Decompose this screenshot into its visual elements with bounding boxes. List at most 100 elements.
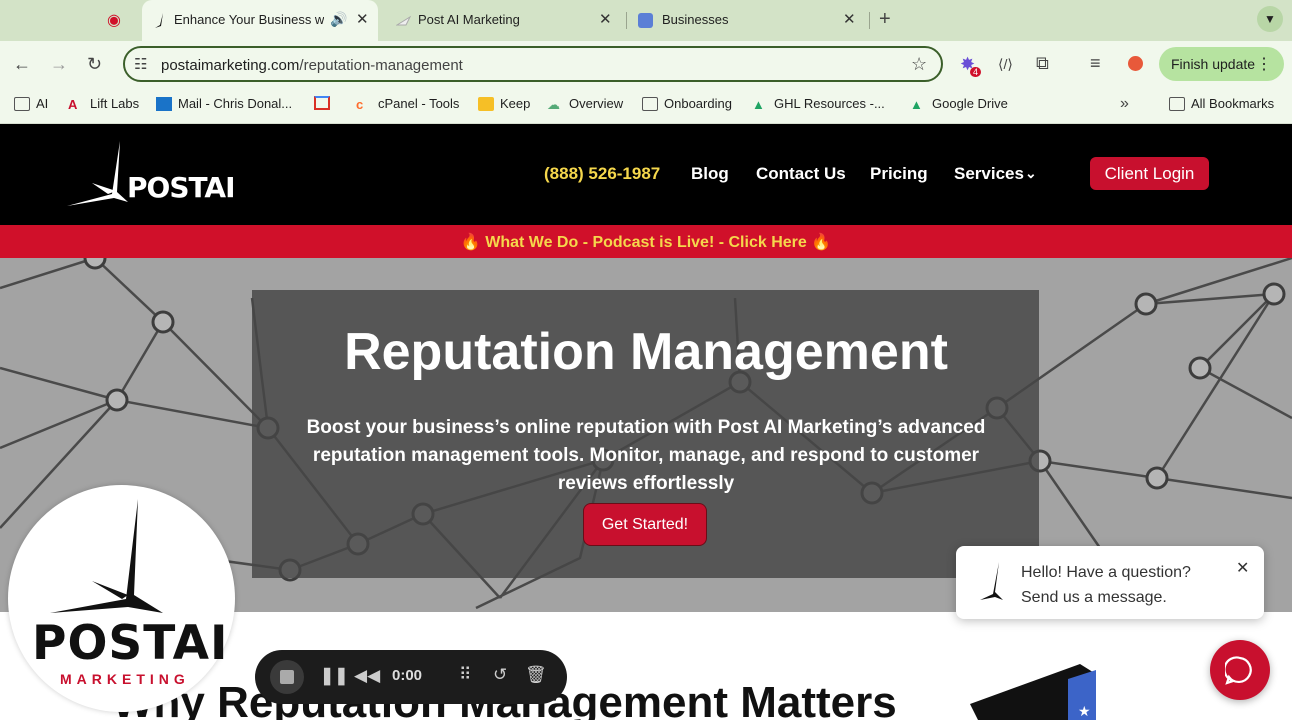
bookmark-ghl-resources[interactable]: ▲ GHL Resources -...	[752, 96, 885, 112]
bookmarks-overflow-icon[interactable]: »	[1120, 95, 1129, 113]
stop-button[interactable]	[270, 660, 304, 694]
tab-title: Post AI Marketing	[418, 12, 520, 27]
folder-icon	[642, 96, 658, 111]
bookmarks-bar: AI A Lift Labs Mail - Chris Donal... c cPa…	[0, 88, 1292, 124]
site-info-icon[interactable]: ☷	[134, 56, 147, 74]
folder-icon	[1169, 96, 1185, 111]
bookmark-label: GHL Resources -...	[774, 96, 885, 111]
tab-businesses[interactable]: Businesses ✕	[630, 0, 866, 41]
tab-divider	[869, 12, 870, 29]
puzzle-extensions-icon[interactable]: ⧉	[1036, 54, 1049, 72]
bookmark-google-drive[interactable]: ▲ Google Drive	[910, 96, 1008, 112]
bookmark-label: Keep	[500, 96, 531, 111]
tab-audio-icon[interactable]: 🔊	[330, 11, 347, 28]
bookmark-cpanel[interactable]: c cPanel - Tools	[356, 96, 460, 112]
hero-subtitle: Boost your business’s online reputation …	[306, 417, 986, 494]
device-illustration: ★	[970, 664, 1096, 720]
address-bar[interactable]: ☷ postaimarketing.com/reputation-managem…	[123, 46, 943, 82]
bookmark-label: Overview	[569, 96, 624, 111]
businesses-favicon-icon	[638, 13, 653, 28]
tab-strip: ◉ Enhance Your Business w 🔊 ✕ Post AI Ma…	[0, 0, 1292, 41]
kebab-menu-icon[interactable]: ⋮	[1256, 54, 1272, 74]
lift-labs-icon: A	[68, 96, 78, 112]
floating-logo-badge: POSTAI MARKETING	[8, 485, 235, 712]
bookmark-label: AI	[36, 96, 49, 111]
chat-close-icon[interactable]: ✕	[1236, 558, 1249, 578]
tab-search-chevron-icon[interactable]: ▼	[1257, 6, 1283, 32]
nav-services-link[interactable]: Services	[954, 164, 1024, 184]
back-icon[interactable]: ←	[13, 55, 31, 73]
nav-contact-link[interactable]: Contact Us	[756, 164, 846, 184]
tab-post-ai-marketing[interactable]: Post AI Marketing ✕	[388, 0, 624, 41]
chat-prompt-bubble[interactable]: Hello! Have a question? Send us a messag…	[956, 546, 1264, 619]
bookmark-overview[interactable]: ☁ Overview	[547, 96, 624, 112]
drag-handle-icon[interactable]: ⠿	[459, 665, 471, 685]
new-tab-button[interactable]: +	[879, 9, 891, 29]
forward-icon[interactable]: →	[50, 55, 68, 73]
tab-close-icon[interactable]: ✕	[599, 10, 612, 28]
stop-icon	[280, 670, 294, 684]
nav-phone-link[interactable]: (888) 526-1987	[544, 164, 660, 184]
nav-pricing-link[interactable]: Pricing	[870, 164, 928, 184]
pause-icon[interactable]: ❚❚	[320, 666, 349, 686]
profile-avatar-icon[interactable]	[1128, 56, 1143, 71]
logo-subtitle: MARKETING	[60, 671, 190, 687]
reload-icon[interactable]: ↻	[87, 55, 102, 73]
tab-close-icon[interactable]: ✕	[356, 10, 369, 28]
finish-update-button[interactable]: Finish update ⋮	[1159, 47, 1284, 81]
outlook-icon	[156, 96, 172, 111]
header-logo-text: POSTAI	[127, 171, 236, 204]
bookmark-onboarding[interactable]: Onboarding	[642, 96, 732, 111]
client-login-button[interactable]: Client Login	[1090, 157, 1209, 190]
bookmark-star-icon[interactable]: ☆	[911, 55, 927, 73]
record-indicator-icon: ◉	[107, 12, 121, 29]
screen-recorder-controls: ❚❚ ◀◀ 0:00 ⠿ ↺ 🗑	[255, 650, 567, 704]
browser-toolbar: ← → ↻ ☷ postaimarketing.com/reputation-m…	[0, 41, 1292, 88]
chat-line-2: Send us a message.	[1021, 589, 1167, 606]
tab-close-icon[interactable]: ✕	[843, 10, 856, 28]
chat-message: Hello! Have a question? Send us a messag…	[1021, 560, 1191, 610]
bookmark-gmail[interactable]	[314, 96, 336, 110]
chat-icon	[1225, 656, 1252, 685]
bookmark-label: Mail - Chris Donal...	[178, 96, 293, 111]
keep-icon	[478, 96, 494, 111]
url-path: /reputation-management	[299, 57, 463, 74]
bookmark-lift-labs[interactable]: A Lift Labs	[68, 96, 140, 112]
bookmark-all-bookmarks[interactable]: All Bookmarks	[1169, 96, 1274, 111]
tab-divider	[626, 12, 627, 29]
site-header: POSTAI (888) 526-1987 Blog Contact Us Pr…	[0, 124, 1292, 225]
restart-icon[interactable]: ↺	[493, 665, 507, 685]
postai-favicon-icon	[396, 15, 412, 26]
chat-line-1: Hello! Have a question?	[1021, 564, 1191, 581]
url-domain: postaimarketing.com	[161, 57, 300, 74]
recorder-time: 0:00	[392, 667, 423, 684]
finish-update-label: Finish update	[1171, 56, 1256, 72]
hero-title: Reputation Management	[344, 323, 948, 381]
gmail-icon	[314, 96, 330, 110]
postai-starburst-icon	[50, 499, 163, 613]
bookmark-mail[interactable]: Mail - Chris Donal...	[156, 96, 292, 111]
tab-title: Enhance Your Business w	[174, 12, 324, 27]
media-controls-icon[interactable]: ≡	[1090, 54, 1101, 72]
chat-launcher-button[interactable]	[1210, 640, 1270, 700]
cpanel-icon: c	[356, 96, 364, 112]
url-text[interactable]: postaimarketing.com/reputation-managemen…	[161, 57, 463, 74]
bookmark-ai[interactable]: AI	[14, 96, 48, 111]
get-started-button[interactable]: Get Started!	[583, 503, 707, 546]
dev-tools-extension-icon[interactable]: ⟨/⟩	[998, 55, 1013, 73]
rewind-icon[interactable]: ◀◀	[354, 666, 380, 686]
svg-text:★: ★	[1078, 703, 1091, 719]
bookmark-label: Lift Labs	[90, 96, 140, 111]
extension-badge: 4	[970, 67, 982, 77]
tab-enhance-your-business[interactable]: Enhance Your Business w 🔊 ✕	[142, 0, 378, 41]
bookmark-label: Onboarding	[664, 96, 732, 111]
tab-title: Businesses	[662, 12, 729, 27]
folder-icon	[14, 96, 30, 111]
bookmark-label: cPanel - Tools	[378, 96, 460, 111]
delete-icon[interactable]: 🗑	[525, 665, 547, 685]
nav-blog-link[interactable]: Blog	[691, 164, 729, 184]
promo-banner[interactable]: 🔥 What We Do - Podcast is Live! - Click …	[0, 225, 1292, 258]
drive-icon: ▲	[752, 96, 765, 112]
chevron-down-icon[interactable]: ⌄	[1025, 165, 1037, 182]
bookmark-keep[interactable]: Keep	[478, 96, 530, 111]
